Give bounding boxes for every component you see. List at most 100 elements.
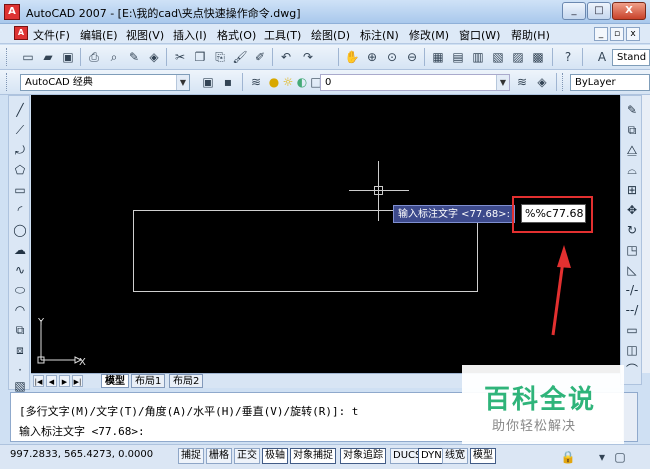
- array-icon[interactable]: ⊞: [624, 182, 640, 198]
- workspace-settings-icon[interactable]: ▣: [200, 74, 216, 90]
- polar-button[interactable]: 极轴: [262, 448, 288, 464]
- publish-icon[interactable]: ✎: [126, 49, 142, 65]
- plot-icon[interactable]: ◈: [146, 49, 162, 65]
- model-button[interactable]: 模型: [470, 448, 496, 464]
- menu-view[interactable]: 视图(V): [126, 27, 164, 43]
- zoom-previous-icon[interactable]: ⊖: [404, 49, 420, 65]
- text-style-icon[interactable]: A: [594, 49, 610, 65]
- command-scrollbar[interactable]: [623, 393, 637, 441]
- copy-object-icon[interactable]: ⧉: [624, 122, 640, 138]
- menu-file[interactable]: 文件(F): [33, 27, 70, 43]
- print-preview-icon[interactable]: ⌕: [106, 49, 122, 65]
- menu-draw[interactable]: 绘图(D): [311, 27, 350, 43]
- pan-icon[interactable]: ✋: [344, 49, 360, 65]
- workspace-select[interactable]: AutoCAD 经典 ▼: [20, 74, 190, 91]
- menu-window[interactable]: 窗口(W): [459, 27, 500, 43]
- menu-edit[interactable]: 编辑(E): [80, 27, 118, 43]
- color-select[interactable]: ByLayer: [570, 74, 650, 91]
- layer-select[interactable]: 0 ▼: [320, 74, 510, 91]
- toolbar-grip[interactable]: [562, 73, 565, 91]
- chamfer-icon[interactable]: ◫: [624, 342, 640, 358]
- point-icon[interactable]: ·: [12, 362, 28, 378]
- dyn-button[interactable]: DYN: [418, 448, 445, 464]
- make-current-layer-icon[interactable]: ≋: [514, 74, 530, 90]
- save-icon[interactable]: ▣: [60, 49, 76, 65]
- tab-last-icon[interactable]: ▶|: [72, 375, 83, 387]
- lock-toolbars-icon[interactable]: 🔒: [560, 449, 576, 465]
- spline-icon[interactable]: ∿: [12, 262, 28, 278]
- text-style-select[interactable]: Stand: [612, 49, 650, 66]
- match-properties-icon[interactable]: 🖌: [232, 49, 248, 65]
- paste-icon[interactable]: ⎘: [212, 49, 228, 65]
- grid-button[interactable]: 栅格: [206, 448, 232, 464]
- menu-dimension[interactable]: 标注(N): [360, 27, 399, 43]
- tab-layout1[interactable]: 布局1: [131, 374, 166, 388]
- rotate-icon[interactable]: ↻: [624, 222, 640, 238]
- undo-icon[interactable]: ↶: [278, 49, 294, 65]
- trim-icon[interactable]: -/-: [624, 282, 640, 298]
- move-icon[interactable]: ✥: [624, 202, 640, 218]
- menu-modify[interactable]: 修改(M): [409, 27, 449, 43]
- extend-icon[interactable]: --/: [624, 302, 640, 318]
- redo-icon[interactable]: ↷: [300, 49, 316, 65]
- lineweight-button[interactable]: 线宽: [442, 448, 468, 464]
- document-icon[interactable]: A: [14, 26, 28, 40]
- ellipse-icon[interactable]: ⬭: [12, 282, 28, 298]
- menu-insert[interactable]: 插入(I): [173, 27, 207, 43]
- polyline-icon[interactable]: ⤾: [12, 142, 28, 158]
- vertical-scrollbar[interactable]: [642, 95, 650, 373]
- cut-icon[interactable]: ✂: [172, 49, 188, 65]
- layer-manager-icon[interactable]: ≋: [248, 74, 264, 90]
- tab-prev-icon[interactable]: ◀: [46, 375, 57, 387]
- tab-next-icon[interactable]: ▶: [59, 375, 70, 387]
- mirror-icon[interactable]: ⧋: [624, 142, 640, 158]
- open-file-icon[interactable]: ▰: [40, 49, 56, 65]
- menu-format[interactable]: 格式(O): [217, 27, 256, 43]
- zoom-realtime-icon[interactable]: ⊕: [364, 49, 380, 65]
- rectangle-icon[interactable]: ▭: [12, 182, 28, 198]
- break-icon[interactable]: ▭: [624, 322, 640, 338]
- design-center-icon[interactable]: ▤: [450, 49, 466, 65]
- otrack-button[interactable]: 对象追踪: [340, 448, 386, 464]
- menu-help[interactable]: 帮助(H): [511, 27, 550, 43]
- line-icon[interactable]: ╱: [12, 102, 28, 118]
- offset-icon[interactable]: ⌓: [624, 162, 640, 178]
- zoom-window-icon[interactable]: ⊙: [384, 49, 400, 65]
- workspace-save-icon[interactable]: ▪: [220, 74, 236, 90]
- help-icon[interactable]: ?: [560, 49, 576, 65]
- block-editor-icon[interactable]: ✐: [252, 49, 268, 65]
- drawing-canvas[interactable]: 输入标注文字 <77.68>: %%c77.68 Y X: [31, 95, 620, 373]
- arc-icon[interactable]: ◜: [12, 202, 28, 218]
- polygon-icon[interactable]: ⬠: [12, 162, 28, 178]
- minimize-button[interactable]: _: [562, 2, 586, 20]
- menu-tools[interactable]: 工具(T): [264, 27, 301, 43]
- print-icon[interactable]: ⎙: [86, 49, 102, 65]
- toolbar-grip[interactable]: [6, 73, 9, 91]
- revision-cloud-icon[interactable]: ☁: [12, 242, 28, 258]
- erase-icon[interactable]: ✎: [624, 102, 640, 118]
- clean-screen-icon[interactable]: ▢: [612, 449, 628, 465]
- fillet-icon[interactable]: ⌒: [624, 362, 640, 378]
- tab-first-icon[interactable]: |◀: [33, 375, 44, 387]
- calculator-icon[interactable]: ▩: [530, 49, 546, 65]
- command-prompt-line[interactable]: 输入标注文字 <77.68>:: [19, 423, 145, 439]
- construction-line-icon[interactable]: ⟋: [12, 122, 28, 138]
- properties-icon[interactable]: ▦: [430, 49, 446, 65]
- tab-model[interactable]: 模型: [101, 374, 129, 388]
- layer-previous-icon[interactable]: ◈: [534, 74, 550, 90]
- snap-button[interactable]: 捕捉: [178, 448, 204, 464]
- ellipse-arc-icon[interactable]: ◠: [12, 302, 28, 318]
- restore-button[interactable]: □: [587, 2, 611, 20]
- stretch-icon[interactable]: ◺: [624, 262, 640, 278]
- markup-icon[interactable]: ▨: [510, 49, 526, 65]
- doc-minimize-button[interactable]: _: [594, 27, 608, 41]
- ortho-button[interactable]: 正交: [234, 448, 260, 464]
- circle-icon[interactable]: ◯: [12, 222, 28, 238]
- insert-block-icon[interactable]: ⧉: [12, 322, 28, 338]
- osnap-button[interactable]: 对象捕捉: [290, 448, 336, 464]
- tab-layout2[interactable]: 布局2: [169, 374, 204, 388]
- doc-restore-button[interactable]: ▫: [610, 27, 624, 41]
- doc-close-button[interactable]: x: [626, 27, 640, 41]
- chevron-down-icon[interactable]: ▼: [496, 75, 509, 90]
- tool-palettes-icon[interactable]: ▥: [470, 49, 486, 65]
